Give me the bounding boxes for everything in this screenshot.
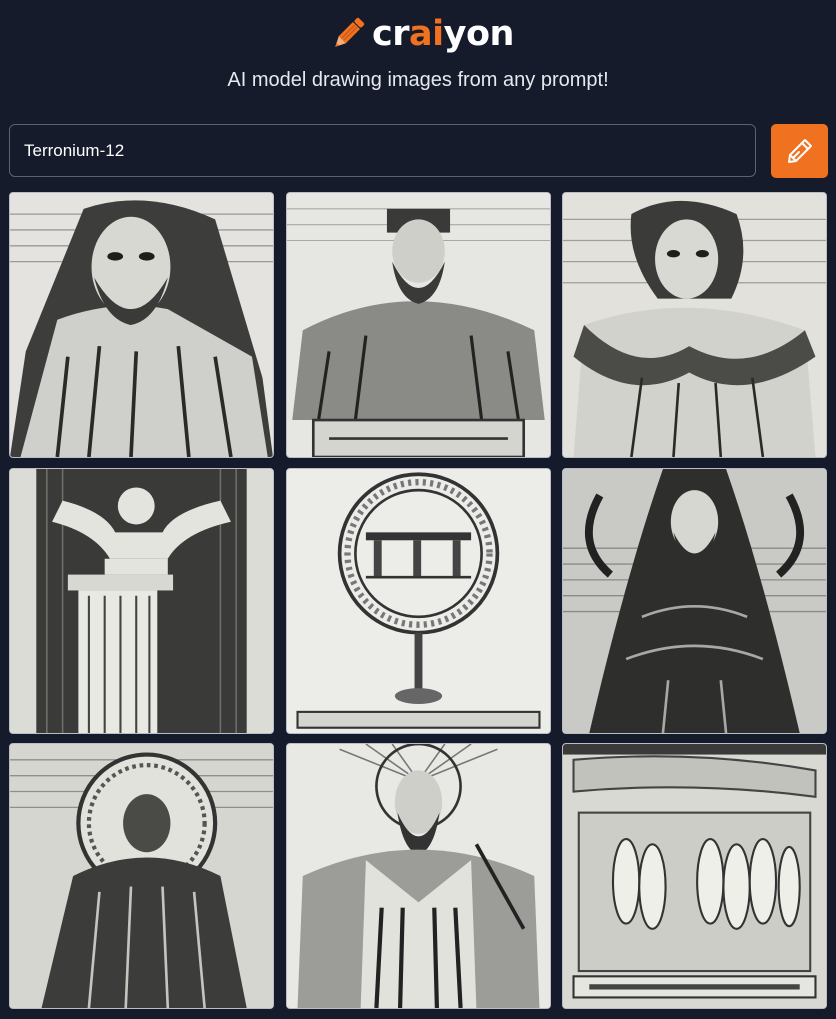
result-image-5[interactable] (286, 468, 551, 734)
result-image-7[interactable] (9, 743, 274, 1009)
engraving-image (10, 744, 273, 1008)
pencil-icon (335, 17, 365, 47)
engraving-image (563, 469, 826, 733)
engraving-image (10, 469, 273, 733)
result-image-6[interactable] (562, 468, 827, 734)
engraving-image (10, 193, 273, 457)
header: craiyon AI model drawing images from any… (0, 0, 836, 110)
pencil-icon (787, 139, 812, 163)
engraving-image (287, 469, 550, 733)
engraving-image (563, 193, 826, 457)
result-image-8[interactable] (286, 743, 551, 1009)
results-grid (9, 192, 829, 1010)
result-image-2[interactable] (286, 192, 551, 458)
prompt-input[interactable] (9, 124, 756, 177)
result-image-1[interactable] (9, 192, 274, 458)
engraving-image (563, 744, 826, 1008)
logo[interactable]: craiyon (328, 12, 514, 56)
result-image-4[interactable] (9, 468, 274, 734)
result-image-9[interactable] (562, 743, 827, 1009)
logo-text: craiyon (372, 14, 514, 54)
engraving-image (287, 744, 550, 1008)
result-image-3[interactable] (562, 192, 827, 458)
tagline: AI model drawing images from any prompt! (227, 69, 609, 91)
engraving-image (287, 193, 550, 457)
draw-button[interactable] (771, 124, 828, 178)
